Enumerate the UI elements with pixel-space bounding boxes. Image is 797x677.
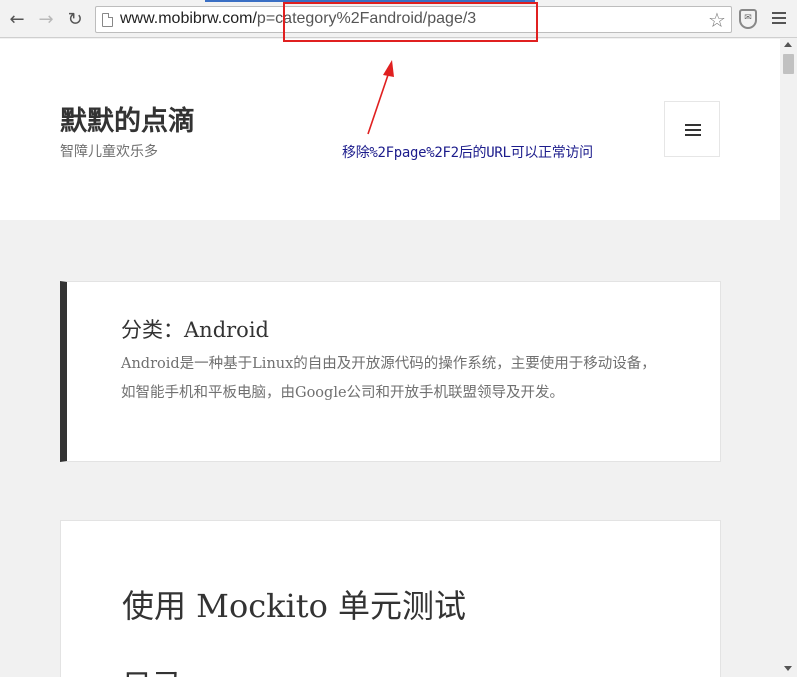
scroll-down-arrow-icon[interactable] (784, 666, 792, 671)
menu-toggle-button[interactable] (664, 101, 720, 157)
hamburger-menu-icon (685, 124, 701, 139)
category-header: 分类：Android Android是一种基于Linux的自由及开放源代码的操作… (60, 281, 721, 462)
site-title[interactable]: 默默的点滴 (60, 99, 195, 138)
shield-extension-icon[interactable]: ✉ (739, 9, 757, 29)
hamburger-menu-icon[interactable] (772, 12, 786, 26)
category-description: Android是一种基于Linux的自由及开放源代码的操作系统，主要使用于移动设… (121, 356, 656, 401)
forward-arrow-icon[interactable]: → (35, 8, 57, 30)
page-icon (102, 13, 113, 27)
article-subheading: 目录 (122, 661, 182, 677)
annotation-text: 移除%2Fpage%2F2后的URL可以正常访问 (342, 145, 593, 161)
url-host: www.mobibrw.com/ (120, 10, 257, 27)
category-title: 分类：Android (121, 318, 269, 342)
star-icon[interactable]: ☆ (708, 8, 726, 32)
reload-icon[interactable]: ↻ (64, 8, 86, 30)
article-title[interactable]: 使用 Mockito 单元测试 (122, 581, 466, 627)
annotation-highlight-box (283, 2, 538, 42)
back-arrow-icon[interactable]: ← (6, 8, 28, 30)
page-scrollbar[interactable] (780, 39, 797, 677)
scroll-thumb[interactable] (783, 54, 794, 74)
site-tagline: 智障儿童欢乐多 (60, 144, 158, 160)
site-header: 默默的点滴 智障儿童欢乐多 (0, 39, 780, 220)
scroll-up-arrow-icon[interactable] (784, 42, 792, 47)
article-card: 使用 Mockito 单元测试 目录 (60, 520, 721, 677)
